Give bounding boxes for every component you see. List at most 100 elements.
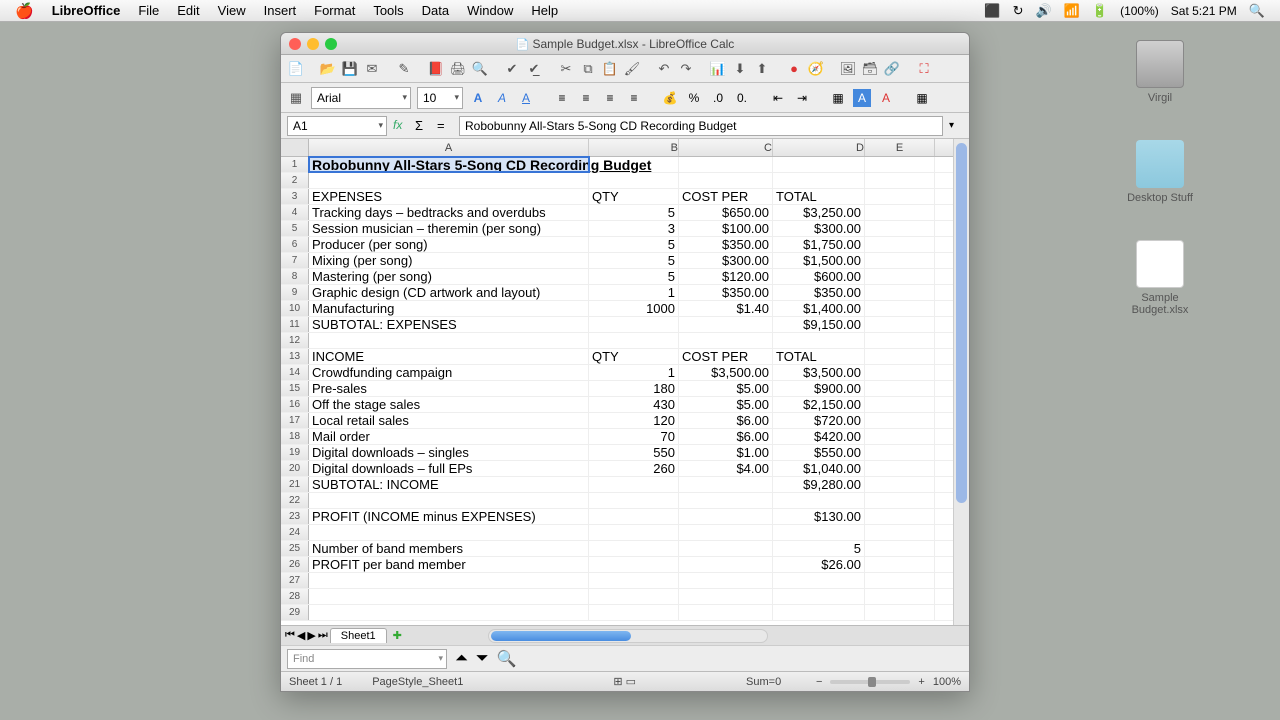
cell-A3[interactable]: EXPENSES [309, 189, 589, 204]
desktop-folder[interactable]: Desktop Stuff [1120, 140, 1200, 204]
cell-D23[interactable]: $130.00 [773, 509, 865, 524]
col-A[interactable]: A [309, 139, 589, 156]
cell-A19[interactable]: Digital downloads – singles [309, 445, 589, 460]
datasource-icon[interactable]: 🗃 [861, 60, 879, 78]
save-icon[interactable]: 💾 [341, 60, 359, 78]
decimal-remove-icon[interactable]: 0. [733, 89, 751, 107]
italic-icon[interactable]: A [493, 89, 511, 107]
vertical-scrollbar[interactable] [953, 139, 969, 625]
cell-D18[interactable]: $420.00 [773, 429, 865, 444]
sync-icon[interactable]: ↻ [1013, 3, 1024, 19]
paste-icon[interactable]: 📋 [601, 60, 619, 78]
cell-B17[interactable]: 120 [589, 413, 679, 428]
cell-C23[interactable] [679, 509, 773, 524]
spellcheck-icon[interactable]: ✔ [503, 60, 521, 78]
sort-desc-icon[interactable]: ⬆ [753, 60, 771, 78]
rowhead-18[interactable]: 18 [281, 429, 309, 444]
chart-icon[interactable]: 📊 [709, 60, 727, 78]
wifi-icon[interactable]: 📶 [1064, 3, 1080, 19]
indent-more-icon[interactable]: ⇥ [793, 89, 811, 107]
clock[interactable]: Sat 5:21 PM [1171, 4, 1237, 18]
cell-B28[interactable] [589, 589, 679, 604]
cell-B6[interactable]: 5 [589, 237, 679, 252]
cell-B13[interactable]: QTY [589, 349, 679, 364]
window-titlebar[interactable]: Sample Budget.xlsx - LibreOffice Calc [281, 33, 969, 55]
cell-A4[interactable]: Tracking days – bedtracks and overdubs [309, 205, 589, 220]
cell-A22[interactable] [309, 493, 589, 508]
rowhead-12[interactable]: 12 [281, 333, 309, 348]
cell-A27[interactable] [309, 573, 589, 588]
currency-icon[interactable]: 💰 [661, 89, 679, 107]
edit-icon[interactable]: ✎ [395, 60, 413, 78]
email-icon[interactable]: ✉ [363, 60, 381, 78]
fontcolor-icon[interactable]: A [877, 89, 895, 107]
cell-E27[interactable] [865, 573, 935, 588]
rowhead-23[interactable]: 23 [281, 509, 309, 524]
cell-D5[interactable]: $300.00 [773, 221, 865, 236]
cell-C4[interactable]: $650.00 [679, 205, 773, 220]
rowhead-11[interactable]: 11 [281, 317, 309, 332]
desktop-hdd[interactable]: Virgil [1120, 40, 1200, 104]
cell-E3[interactable] [865, 189, 935, 204]
cell-E23[interactable] [865, 509, 935, 524]
cell-A8[interactable]: Mastering (per song) [309, 269, 589, 284]
cell-C7[interactable]: $300.00 [679, 253, 773, 268]
record-icon[interactable]: ● [785, 60, 803, 78]
cell-E1[interactable] [865, 157, 935, 172]
rowhead-4[interactable]: 4 [281, 205, 309, 220]
cell-A7[interactable]: Mixing (per song) [309, 253, 589, 268]
zoom-slider[interactable] [830, 680, 910, 684]
cell-B15[interactable]: 180 [589, 381, 679, 396]
cell-C11[interactable] [679, 317, 773, 332]
sort-asc-icon[interactable]: ⬇ [731, 60, 749, 78]
rowhead-25[interactable]: 25 [281, 541, 309, 556]
cell-A25[interactable]: Number of band members [309, 541, 589, 556]
cell-B8[interactable]: 5 [589, 269, 679, 284]
cell-C17[interactable]: $6.00 [679, 413, 773, 428]
rowhead-9[interactable]: 9 [281, 285, 309, 300]
rowhead-2[interactable]: 2 [281, 173, 309, 188]
cell-C13[interactable]: COST PER [679, 349, 773, 364]
rowhead-29[interactable]: 29 [281, 605, 309, 620]
cell-D6[interactable]: $1,750.00 [773, 237, 865, 252]
cell-C26[interactable] [679, 557, 773, 572]
find-input[interactable]: Find [287, 649, 447, 669]
cell-D14[interactable]: $3,500.00 [773, 365, 865, 380]
cell-C28[interactable] [679, 589, 773, 604]
cell-A9[interactable]: Graphic design (CD artwork and layout) [309, 285, 589, 300]
app-name[interactable]: LibreOffice [52, 3, 121, 18]
cell-C3[interactable]: COST PER [679, 189, 773, 204]
rowhead-22[interactable]: 22 [281, 493, 309, 508]
cell-C10[interactable]: $1.40 [679, 301, 773, 316]
autospell-icon[interactable]: ✔̲ [525, 60, 543, 78]
cell-D20[interactable]: $1,040.00 [773, 461, 865, 476]
cell-B25[interactable] [589, 541, 679, 556]
horizontal-scrollbar[interactable] [488, 629, 768, 643]
rowhead-3[interactable]: 3 [281, 189, 309, 204]
cell-E9[interactable] [865, 285, 935, 300]
menu-tools[interactable]: Tools [373, 3, 403, 18]
cell-B16[interactable]: 430 [589, 397, 679, 412]
pdf-icon[interactable]: 📕 [427, 60, 445, 78]
cell-B9[interactable]: 1 [589, 285, 679, 300]
cell-C24[interactable] [679, 525, 773, 540]
cell-A11[interactable]: SUBTOTAL: EXPENSES [309, 317, 589, 332]
rowhead-5[interactable]: 5 [281, 221, 309, 236]
battery-icon[interactable]: 🔋 [1092, 3, 1108, 19]
cell-B21[interactable] [589, 477, 679, 492]
cell-E20[interactable] [865, 461, 935, 476]
cell-D7[interactable]: $1,500.00 [773, 253, 865, 268]
cell-E26[interactable] [865, 557, 935, 572]
col-E[interactable]: E [865, 139, 935, 156]
cell-D4[interactable]: $3,250.00 [773, 205, 865, 220]
formula-input[interactable]: Robobunny All-Stars 5-Song CD Recording … [459, 116, 943, 136]
cell-A29[interactable] [309, 605, 589, 620]
font-select[interactable]: Arial [311, 87, 411, 109]
cell-C29[interactable] [679, 605, 773, 620]
volume-icon[interactable]: 🔊 [1036, 3, 1052, 19]
zoom-value[interactable]: 100% [933, 676, 961, 688]
new-icon[interactable]: 📄 [287, 60, 305, 78]
cell-C25[interactable] [679, 541, 773, 556]
indent-less-icon[interactable]: ⇤ [769, 89, 787, 107]
rowhead-21[interactable]: 21 [281, 477, 309, 492]
